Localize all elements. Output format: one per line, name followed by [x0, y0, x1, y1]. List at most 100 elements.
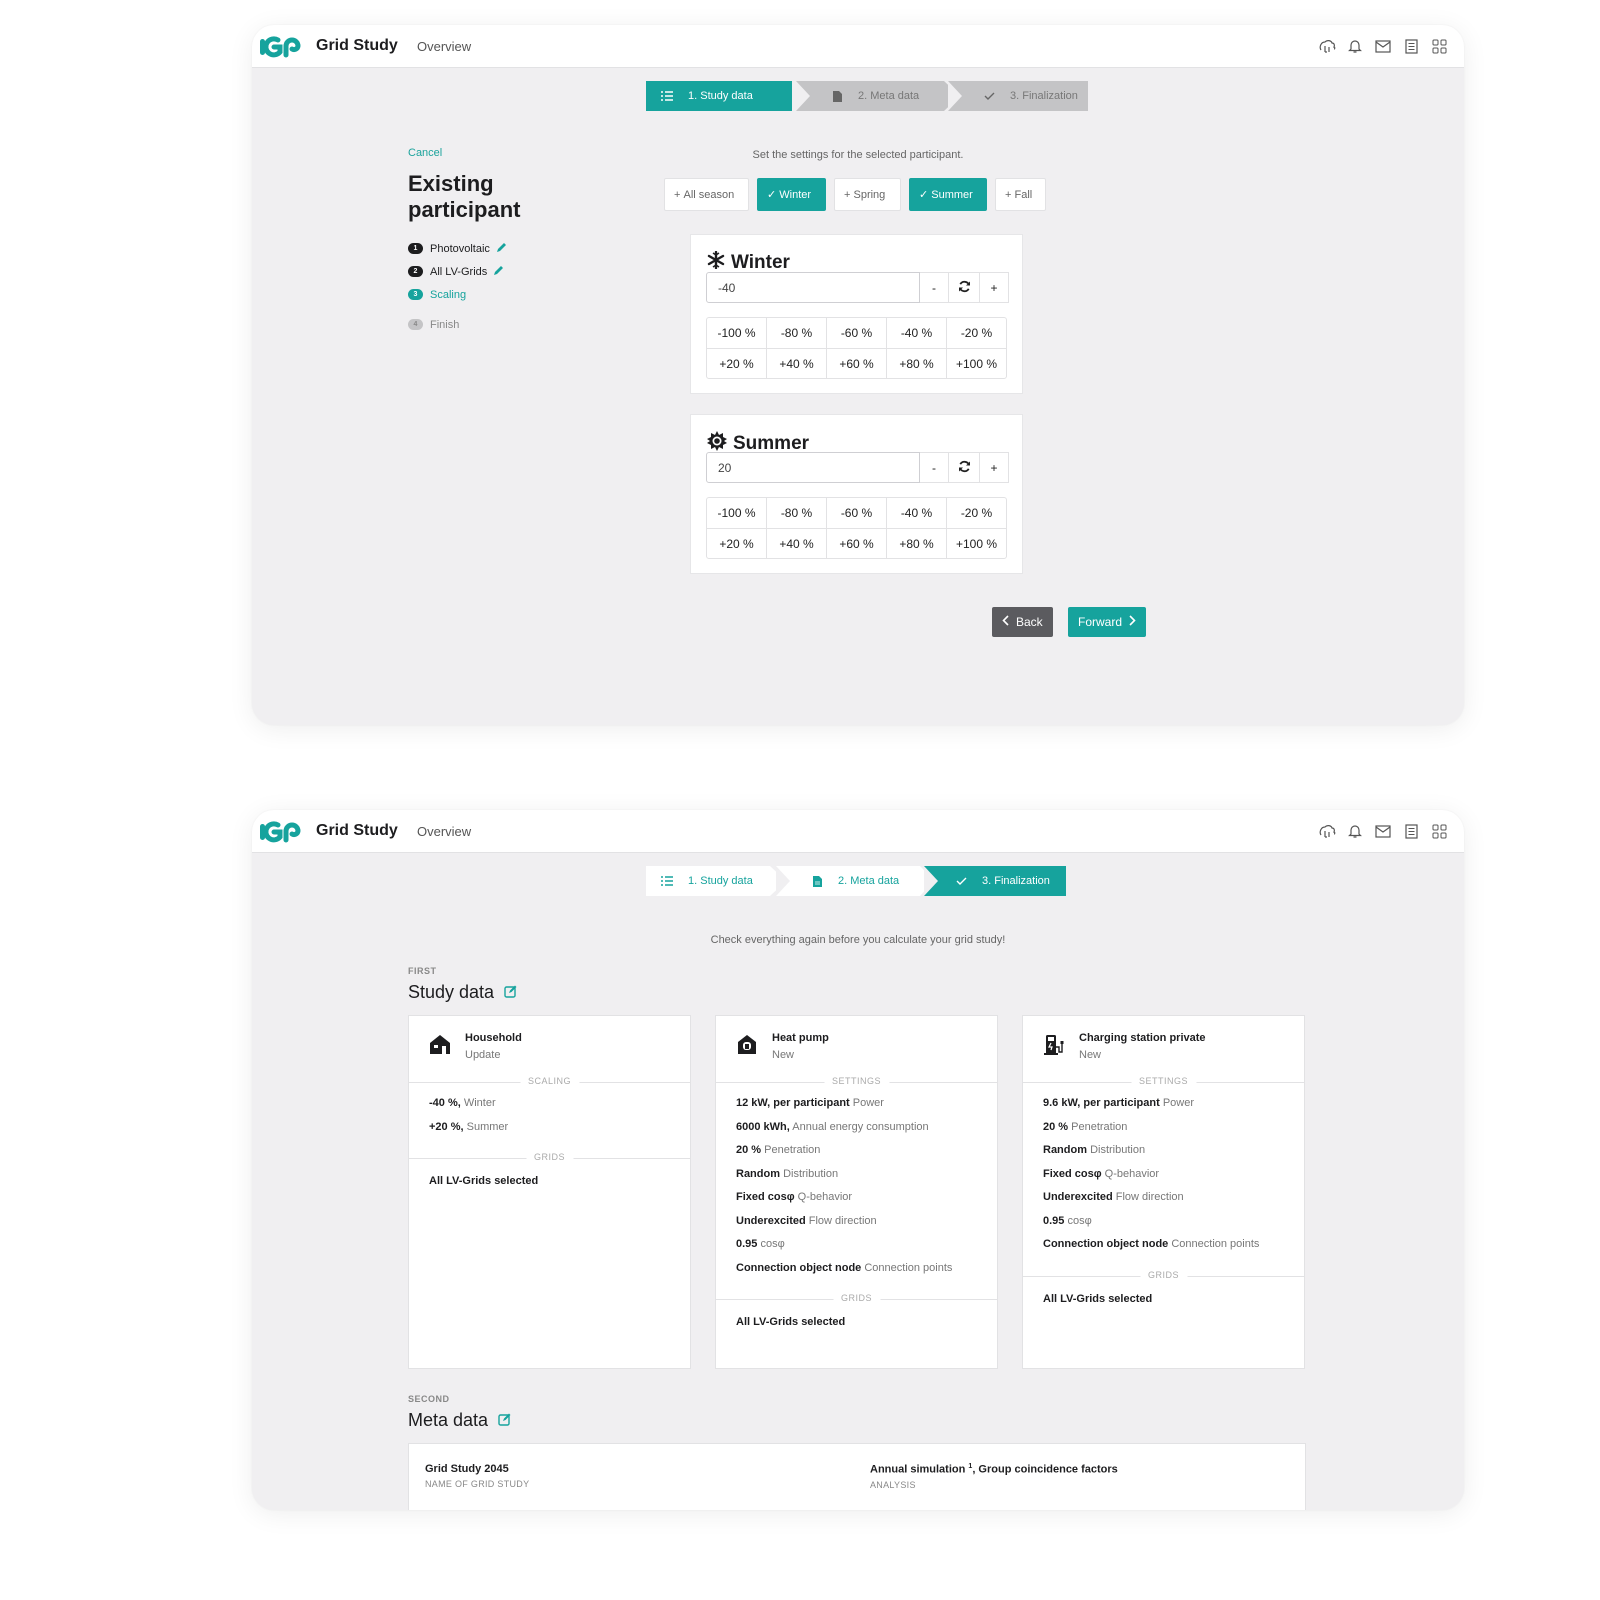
- season-all-season-toggle[interactable]: + All season: [664, 178, 749, 211]
- preset-button[interactable]: +40 %: [766, 529, 826, 558]
- logo-icon[interactable]: [259, 819, 301, 843]
- mail-icon[interactable]: [1374, 822, 1392, 840]
- reset-button[interactable]: [949, 452, 980, 483]
- section-divider: SETTINGS: [1023, 1076, 1304, 1086]
- line-description: Q-behavior: [797, 1191, 853, 1203]
- preset-button[interactable]: -40 %: [886, 498, 946, 528]
- progress-stepper: 1. Study data 2. Meta data 3. Finalizati…: [646, 81, 1088, 111]
- wizard-step-scaling[interactable]: 3 Scaling: [408, 283, 548, 306]
- step-finalization[interactable]: 3. Finalization: [948, 81, 1088, 111]
- preset-button[interactable]: -20 %: [946, 498, 1006, 528]
- scaling-list: -40 %, Winter +20 %, Summer: [409, 1083, 690, 1148]
- decrement-button[interactable]: -: [920, 452, 949, 483]
- elephant-icon[interactable]: [1318, 37, 1336, 55]
- section-divider: GRIDS: [409, 1152, 690, 1162]
- window-finalization: Grid Study Overview 1. Study data 2. Met…: [252, 810, 1464, 1510]
- step-label: 1. Study data: [688, 90, 753, 102]
- preset-button[interactable]: -60 %: [826, 498, 886, 528]
- preset-button[interactable]: +20 %: [707, 529, 766, 558]
- summary-line: +20 %, Summer: [429, 1121, 670, 1145]
- apps-grid-icon[interactable]: [1430, 37, 1448, 55]
- preset-button[interactable]: +40 %: [766, 349, 826, 378]
- step-meta-data[interactable]: 2. Meta data: [776, 866, 934, 896]
- season-spring-toggle[interactable]: + Spring: [834, 178, 901, 211]
- participant-status: Update: [465, 1049, 501, 1061]
- chip-label: Spring: [853, 188, 886, 201]
- preset-button[interactable]: -60 %: [826, 318, 886, 348]
- chip-label: Winter: [779, 188, 812, 201]
- preset-button[interactable]: -80 %: [766, 318, 826, 348]
- season-summer-toggle[interactable]: ✓ Summer: [909, 178, 987, 211]
- line-value: Random: [736, 1167, 780, 1180]
- step-label: Photovoltaic: [430, 242, 490, 255]
- meta-label: ANALYSIS: [870, 1479, 916, 1490]
- increment-button[interactable]: +: [980, 272, 1009, 303]
- preset-button[interactable]: -80 %: [766, 498, 826, 528]
- chevron-left-icon: [1002, 615, 1009, 629]
- increment-button[interactable]: +: [980, 452, 1009, 483]
- grids-summary: All LV-Grids selected: [736, 1316, 846, 1328]
- meta-value: Annual simulation 1, Group coincidence f…: [870, 1463, 1118, 1476]
- bell-icon[interactable]: [1346, 37, 1364, 55]
- back-button[interactable]: Back: [992, 607, 1053, 637]
- preset-button[interactable]: -20 %: [946, 318, 1006, 348]
- step-finalization[interactable]: 3. Finalization: [924, 866, 1066, 896]
- preset-button[interactable]: +100 %: [946, 349, 1006, 378]
- winter-value-input[interactable]: -40: [706, 272, 920, 303]
- preset-button[interactable]: +100 %: [946, 529, 1006, 558]
- preset-button[interactable]: -40 %: [886, 318, 946, 348]
- step-label: Scaling: [430, 288, 467, 301]
- pencil-icon[interactable]: [493, 265, 504, 279]
- participant-name: Household: [465, 1032, 522, 1044]
- logo-icon[interactable]: [259, 34, 301, 58]
- chip-label: Summer: [931, 188, 973, 201]
- reset-button[interactable]: [949, 272, 980, 303]
- step-study-data[interactable]: 1. Study data: [646, 866, 786, 896]
- nav-overview-link[interactable]: Overview: [417, 39, 471, 54]
- line-description: Winter: [463, 1097, 496, 1109]
- season-selector: + All season ✓ Winter + Spring ✓ Summer …: [664, 178, 1046, 211]
- section-divider: SCALING: [409, 1076, 690, 1086]
- wizard-step-lv-grids[interactable]: 2 All LV-Grids: [408, 260, 548, 283]
- elephant-icon[interactable]: [1318, 822, 1336, 840]
- analysis-primary: Annual simulation: [870, 1463, 966, 1476]
- forward-button[interactable]: Forward: [1068, 607, 1147, 637]
- preset-button[interactable]: +80 %: [886, 529, 946, 558]
- step-study-data[interactable]: 1. Study data: [646, 81, 792, 111]
- preset-button[interactable]: +60 %: [826, 349, 886, 378]
- wizard-step-finish: 4 Finish: [408, 313, 548, 336]
- preset-button[interactable]: +60 %: [826, 529, 886, 558]
- book-icon[interactable]: [1402, 37, 1420, 55]
- refresh-icon: [958, 460, 971, 476]
- mail-icon[interactable]: [1374, 37, 1392, 55]
- preset-button[interactable]: +80 %: [886, 349, 946, 378]
- line-description: cosφ: [1067, 1214, 1092, 1227]
- section-divider: GRIDS: [1023, 1269, 1304, 1280]
- season-winter-toggle[interactable]: ✓ Winter: [757, 178, 826, 211]
- winter-preset-grid: -100 % -80 % -60 % -40 % -20 % +20 % +40…: [706, 317, 1007, 379]
- preset-button[interactable]: -100 %: [707, 318, 766, 348]
- nav-overview-link[interactable]: Overview: [417, 824, 471, 839]
- heat-pump-icon: [736, 1033, 758, 1060]
- grids-summary: All LV-Grids selected: [1043, 1292, 1153, 1305]
- decrement-button[interactable]: -: [920, 272, 949, 303]
- pencil-icon[interactable]: [496, 242, 507, 256]
- bell-icon[interactable]: [1346, 822, 1364, 840]
- step-meta-data[interactable]: 2. Meta data: [796, 81, 960, 111]
- line-description: Summer: [466, 1120, 509, 1133]
- line-description: Connection points: [864, 1261, 953, 1274]
- season-fall-toggle[interactable]: + Fall: [995, 178, 1046, 211]
- edit-icon[interactable]: [498, 1410, 511, 1431]
- app-title: Grid Study: [316, 37, 398, 54]
- summer-value-input[interactable]: 20: [706, 452, 920, 483]
- apps-grid-icon[interactable]: [1430, 822, 1448, 840]
- preset-button[interactable]: -100 %: [707, 498, 766, 528]
- wizard-step-photovoltaic[interactable]: 1 Photovoltaic: [408, 237, 548, 260]
- line-value: 0.95: [1043, 1214, 1065, 1227]
- line-description: Flow direction: [808, 1214, 877, 1227]
- edit-icon[interactable]: [504, 982, 517, 1003]
- section-divider: SETTINGS: [716, 1076, 997, 1086]
- summary-line: 0.95 cosφ: [736, 1238, 977, 1262]
- preset-button[interactable]: +20 %: [707, 349, 766, 378]
- book-icon[interactable]: [1402, 822, 1420, 840]
